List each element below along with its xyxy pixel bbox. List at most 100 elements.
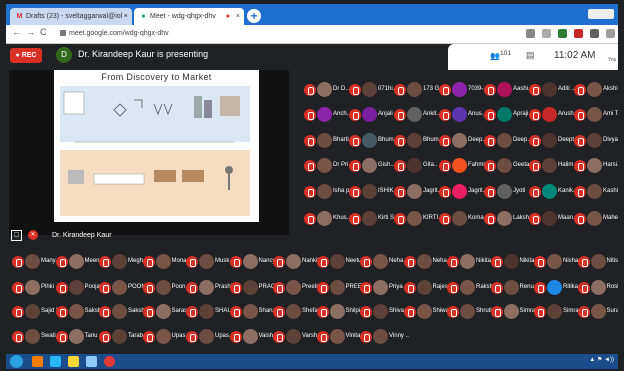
participant-tile[interactable]: Vinita..	[315, 327, 364, 349]
participant-tile[interactable]: Anus..	[437, 105, 485, 127]
participant-tile[interactable]: Vinny ..	[358, 327, 409, 349]
participant-tile[interactable]: Aditi ..	[527, 80, 575, 102]
participant-tile[interactable]: Akshi..	[572, 80, 618, 102]
participant-tile[interactable]: Nancy	[228, 252, 276, 274]
participant-tile[interactable]: Suravi..	[576, 302, 618, 324]
participant-tile[interactable]: Apraji..	[482, 105, 532, 127]
participant-tile[interactable]: Koma..	[437, 209, 487, 231]
participant-tile[interactable]: Divya..	[572, 131, 618, 153]
participant-tile[interactable]: Shiwa..	[402, 302, 452, 324]
participant-tile[interactable]: Geeta..	[482, 156, 533, 178]
participant-tile[interactable]: Neetu..	[315, 252, 365, 274]
participant-tile[interactable]: Pihki ..	[10, 278, 59, 300]
participant-tile[interactable]: Raksh..	[445, 278, 496, 300]
participant-tile[interactable]: 7039-..	[437, 80, 487, 102]
participant-tile[interactable]: Shiva..	[358, 302, 407, 324]
chrome-icon[interactable]	[104, 356, 115, 367]
participant-tile[interactable]: Jyoti	[482, 182, 525, 204]
participant-tile[interactable]: 071hi..	[347, 80, 396, 102]
participant-tile[interactable]: Neha ..	[358, 252, 408, 274]
participant-tile[interactable]: Deep..	[437, 131, 486, 153]
participant-tile[interactable]: Varsh..	[271, 327, 321, 349]
participant-tile[interactable]: PREER..	[315, 278, 370, 300]
participant-tile[interactable]: Kashi..	[572, 182, 618, 204]
participant-tile[interactable]: Jagrit..	[392, 182, 441, 204]
participant-tile[interactable]: Pooja..	[54, 278, 103, 300]
participant-tile[interactable]: Bhum..	[347, 131, 397, 153]
participant-tile[interactable]: Sajid I..	[10, 302, 61, 324]
participant-tile[interactable]: Isha p..	[302, 182, 353, 204]
participant-tile[interactable]: Rajes..	[402, 278, 451, 300]
participant-tile[interactable]: Tarab..	[97, 327, 146, 349]
participant-tile[interactable]: Mahe..	[572, 209, 618, 231]
participant-tile[interactable]: Shilpi..	[315, 302, 364, 324]
participant-tile[interactable]: Ritika..	[532, 278, 581, 300]
system-tray[interactable]: ▲ ⚑ ◄))	[589, 356, 614, 363]
participant-tile[interactable]: Swati..	[10, 327, 59, 349]
participant-tile[interactable]: Halim..	[527, 156, 577, 178]
participant-tile[interactable]: Upas..	[184, 327, 232, 349]
participant-tile[interactable]: Megh..	[97, 252, 146, 274]
participant-tile[interactable]: Bhum..	[392, 131, 442, 153]
participant-tile[interactable]: Dr D..	[302, 80, 349, 102]
media-player-icon[interactable]	[32, 356, 43, 367]
participant-tile[interactable]: KIRTI ..	[392, 209, 443, 231]
participant-tile[interactable]: Vaish..	[228, 327, 276, 349]
start-button[interactable]	[10, 355, 23, 368]
participant-tile[interactable]: Maan..	[527, 209, 576, 231]
participant-tile[interactable]: Shefa..	[271, 302, 321, 324]
participant-tile[interactable]: Kanik..	[527, 182, 576, 204]
participant-tile[interactable]: Prashi..	[184, 278, 235, 300]
participant-tile[interactable]: Shruti..	[445, 302, 495, 324]
participant-tile[interactable]: Renu ..	[489, 278, 539, 300]
participant-tile[interactable]: Priya ..	[358, 278, 408, 300]
participant-tile[interactable]: Dr Pri..	[302, 156, 352, 178]
participant-tile[interactable]: PRAC..	[228, 278, 279, 300]
participant-tile[interactable]: Neha ..	[402, 252, 452, 274]
participant-tile[interactable]: Anch..	[302, 105, 350, 127]
participant-tile[interactable]: POON..	[97, 278, 149, 300]
participant-tile[interactable]: Rosh..	[576, 278, 618, 300]
participant-tile[interactable]: Jagrit..	[437, 182, 486, 204]
folder-icon[interactable]	[68, 356, 79, 367]
participant-tile[interactable]: Sharu..	[228, 302, 278, 324]
participant-tile[interactable]: Gita..	[392, 156, 437, 178]
participant-tile[interactable]: Saras..	[141, 302, 191, 324]
participant-tile[interactable]: Aashi..	[482, 80, 531, 102]
participant-tile[interactable]: Kirti S..	[347, 209, 397, 231]
participant-tile[interactable]: Nisha..	[532, 252, 582, 274]
participant-tile[interactable]: Arush..	[527, 105, 577, 127]
participant-tile[interactable]: Mona..	[141, 252, 190, 274]
participant-tile[interactable]: ISHIK..	[347, 182, 397, 204]
participant-tile[interactable]: Musk..	[184, 252, 233, 274]
participant-tile[interactable]: Simran	[489, 302, 539, 324]
participant-tile[interactable]: SHAI..	[184, 302, 232, 324]
participant-tile[interactable]: Saksh..	[97, 302, 148, 324]
participant-tile[interactable]: Laksh..	[482, 209, 532, 231]
participant-tile[interactable]: Nitish..	[576, 252, 618, 274]
participant-tile[interactable]: Preeti	[271, 278, 318, 300]
participant-tile[interactable]: Ami T..	[572, 105, 618, 127]
app-icon[interactable]	[86, 356, 97, 367]
participant-tile[interactable]: Ankit..	[392, 105, 440, 127]
participant-tile[interactable]: Tanu ..	[54, 327, 103, 349]
participant-tile[interactable]: Poon..	[141, 278, 189, 300]
ie-icon[interactable]	[50, 356, 61, 367]
participant-tile[interactable]: Nikita..	[445, 252, 494, 274]
participant-tile[interactable]: Saksh..	[54, 302, 105, 324]
participant-tile[interactable]: Nikita..	[489, 252, 538, 274]
participant-tile[interactable]: Upas..	[141, 327, 189, 349]
participant-tile[interactable]: Khus..	[302, 209, 350, 231]
participant-tile[interactable]: Gish..	[347, 156, 394, 178]
participant-tile[interactable]: Meen..	[54, 252, 103, 274]
participant-tile[interactable]: Nankit..	[271, 252, 322, 274]
participant-tile[interactable]: Deep..	[482, 131, 531, 153]
participant-tile[interactable]: Simra..	[532, 302, 582, 324]
participant-tile[interactable]: Bharti..	[302, 131, 352, 153]
participant-tile[interactable]: Anjali ..	[347, 105, 398, 127]
participant-tile[interactable]: 173 G..	[392, 80, 443, 102]
participant-tile[interactable]: Many..	[10, 252, 59, 274]
participant-tile[interactable]: Fahmi..	[437, 156, 488, 178]
participant-tile[interactable]: Harsi..	[572, 156, 618, 178]
participant-tile[interactable]: Deept..	[527, 131, 577, 153]
